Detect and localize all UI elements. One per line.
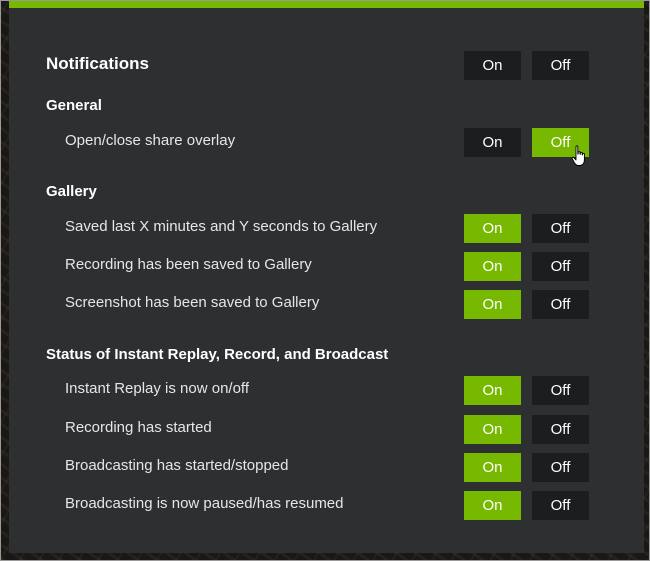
notifications-off-button[interactable]: Off xyxy=(532,51,589,80)
section-title-gallery: Gallery xyxy=(46,183,97,200)
setting-row: Broadcasting is now paused/has resumed O… xyxy=(9,487,644,521)
setting-row: Recording has started On Off xyxy=(9,411,644,445)
setting-label: Broadcasting is now paused/has resumed xyxy=(65,495,344,512)
setting-label: Saved last X minutes and Y seconds to Ga… xyxy=(65,218,378,235)
notifications-on-button[interactable]: On xyxy=(464,51,521,80)
on-button[interactable]: On xyxy=(464,376,521,405)
off-button[interactable]: Off xyxy=(532,290,589,319)
setting-row: Instant Replay is now on/off On Off xyxy=(9,372,644,406)
off-button[interactable]: Off xyxy=(532,453,589,482)
off-button[interactable]: Off xyxy=(532,491,589,520)
on-button[interactable]: On xyxy=(464,453,521,482)
setting-row: Recording has been saved to Gallery On O… xyxy=(9,248,644,282)
setting-row: Screenshot has been saved to Gallery On … xyxy=(9,286,644,320)
setting-label: Instant Replay is now on/off xyxy=(65,380,249,397)
background-frame: Notifications On Off General Open/close … xyxy=(0,0,650,561)
on-button[interactable]: On xyxy=(464,128,521,157)
off-button[interactable]: Off xyxy=(532,214,589,243)
notifications-panel: Notifications On Off General Open/close … xyxy=(9,1,644,553)
on-button[interactable]: On xyxy=(464,214,521,243)
off-button[interactable]: Off xyxy=(532,376,589,405)
on-button[interactable]: On xyxy=(464,290,521,319)
setting-label: Recording has started xyxy=(65,419,212,436)
setting-row: Broadcasting has started/stopped On Off xyxy=(9,449,644,483)
section-title-general: General xyxy=(46,97,102,114)
off-button[interactable]: Off xyxy=(532,252,589,281)
setting-row: Saved last X minutes and Y seconds to Ga… xyxy=(9,210,644,244)
setting-label: Recording has been saved to Gallery xyxy=(65,256,312,273)
on-button[interactable]: On xyxy=(464,491,521,520)
notifications-master-row: Notifications On Off xyxy=(9,47,644,81)
setting-label: Open/close share overlay xyxy=(65,132,236,149)
notifications-title: Notifications xyxy=(46,54,149,73)
setting-label: Screenshot has been saved to Gallery xyxy=(65,294,320,311)
setting-label: Broadcasting has started/stopped xyxy=(65,457,289,474)
off-button[interactable]: Off xyxy=(532,415,589,444)
setting-row: Open/close share overlay On Off xyxy=(9,124,644,158)
section-title-status: Status of Instant Replay, Record, and Br… xyxy=(46,346,389,363)
hand-pointer-icon xyxy=(571,145,585,166)
on-button[interactable]: On xyxy=(464,252,521,281)
on-button[interactable]: On xyxy=(464,415,521,444)
